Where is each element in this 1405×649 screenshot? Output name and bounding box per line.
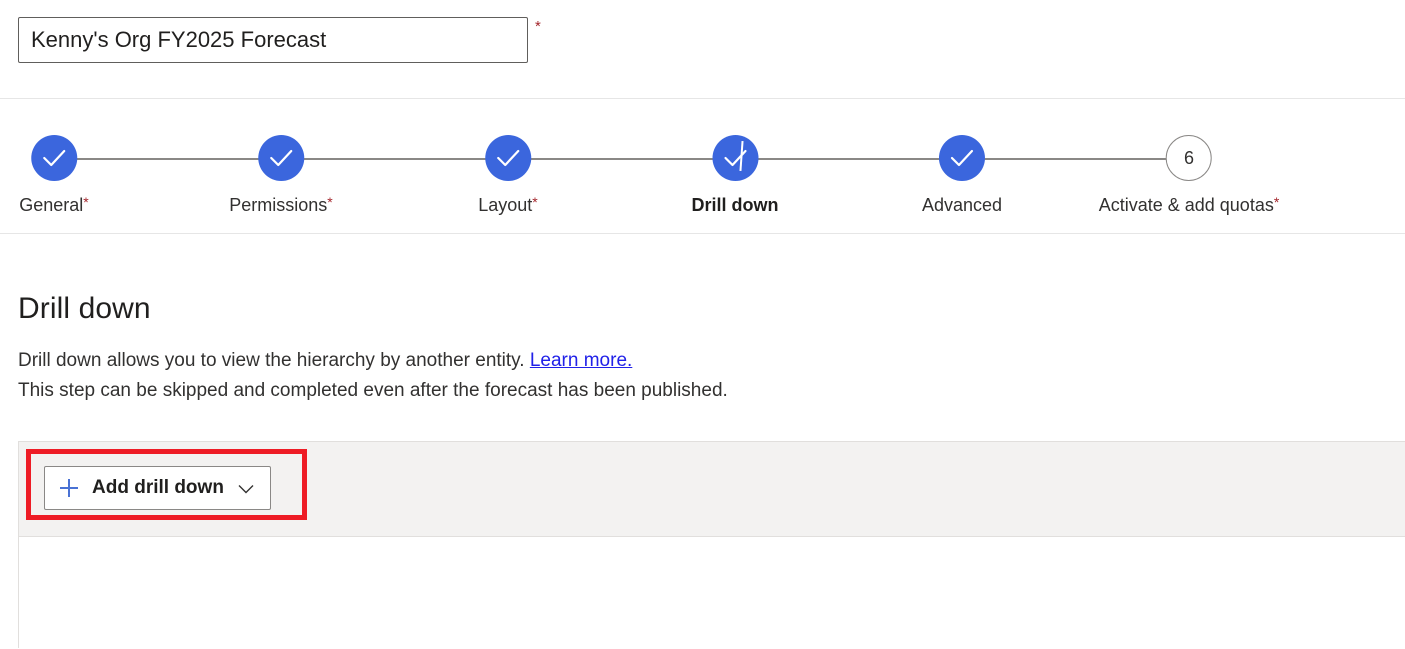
step-drill-down[interactable]: Drill down: [692, 135, 779, 216]
step-general-circle[interactable]: [31, 135, 77, 181]
forecast-name-required-asterisk: *: [535, 18, 541, 35]
check-icon: [269, 149, 293, 167]
step-activate-add-quotas-number: 6: [1183, 147, 1194, 168]
wizard-stepper: General* Permissions* Layout* Drill down Adv…: [0, 99, 1405, 234]
chevron-down-icon[interactable]: [238, 484, 254, 495]
step-layout-circle[interactable]: [485, 135, 531, 181]
page-title: Drill down: [18, 292, 151, 325]
plus-icon: [58, 477, 80, 499]
check-icon: [950, 149, 974, 167]
step-activate-add-quotas-label: Activate & add quotas*: [1098, 194, 1280, 215]
description-line-2: This step can be skipped and completed e…: [18, 380, 728, 401]
step-activate-add-quotas-circle[interactable]: 6: [1165, 135, 1212, 181]
description-text-1: Drill down allows you to view the hierar…: [18, 350, 530, 371]
step-layout-required-asterisk: *: [532, 194, 538, 210]
step-layout[interactable]: Layout*: [478, 135, 538, 216]
add-drill-down-label: Add drill down: [92, 477, 224, 498]
step-advanced-circle[interactable]: [939, 135, 985, 181]
description-line-1: Drill down allows you to view the hierar…: [18, 346, 728, 376]
drill-down-panel: Add drill down: [18, 441, 1405, 649]
step-drill-down-circle[interactable]: [712, 135, 758, 181]
drill-down-toolbar: Add drill down: [19, 442, 1405, 537]
step-permissions[interactable]: Permissions*: [229, 135, 333, 216]
drill-down-list-area: [19, 537, 1405, 649]
check-icon: [723, 149, 747, 167]
forecast-name-input[interactable]: [18, 17, 528, 63]
step-permissions-circle[interactable]: [257, 135, 304, 181]
step-advanced-label: Advanced: [921, 195, 1003, 215]
learn-more-link[interactable]: Learn more.: [530, 350, 632, 371]
drill-down-step-content: Drill down Drill down allows you to view…: [0, 234, 1405, 649]
stepper-track: General* Permissions* Layout* Drill down Adv…: [0, 99, 1405, 233]
step-drill-down-label: Drill down: [691, 195, 779, 215]
step-activate-add-quotas[interactable]: 6 Activate & add quotas*: [1098, 135, 1280, 216]
step-general[interactable]: General*: [19, 135, 89, 216]
check-icon: [496, 149, 520, 167]
step-advanced[interactable]: Advanced: [922, 135, 1002, 216]
check-icon: [42, 149, 66, 167]
forecast-name-field-group: *: [18, 17, 541, 63]
step-general-required-asterisk: *: [83, 194, 89, 210]
step-activate-add-quotas-required-asterisk: *: [1273, 194, 1280, 210]
add-drill-down-button[interactable]: Add drill down: [44, 466, 271, 510]
step-permissions-label: Permissions*: [229, 194, 333, 215]
step-general-label: General*: [19, 194, 89, 215]
step-layout-label: Layout*: [478, 194, 538, 215]
step-description: Drill down allows you to view the hierar…: [18, 346, 728, 406]
forecast-title-row: *: [0, 0, 1405, 99]
step-permissions-required-asterisk: *: [327, 194, 333, 210]
